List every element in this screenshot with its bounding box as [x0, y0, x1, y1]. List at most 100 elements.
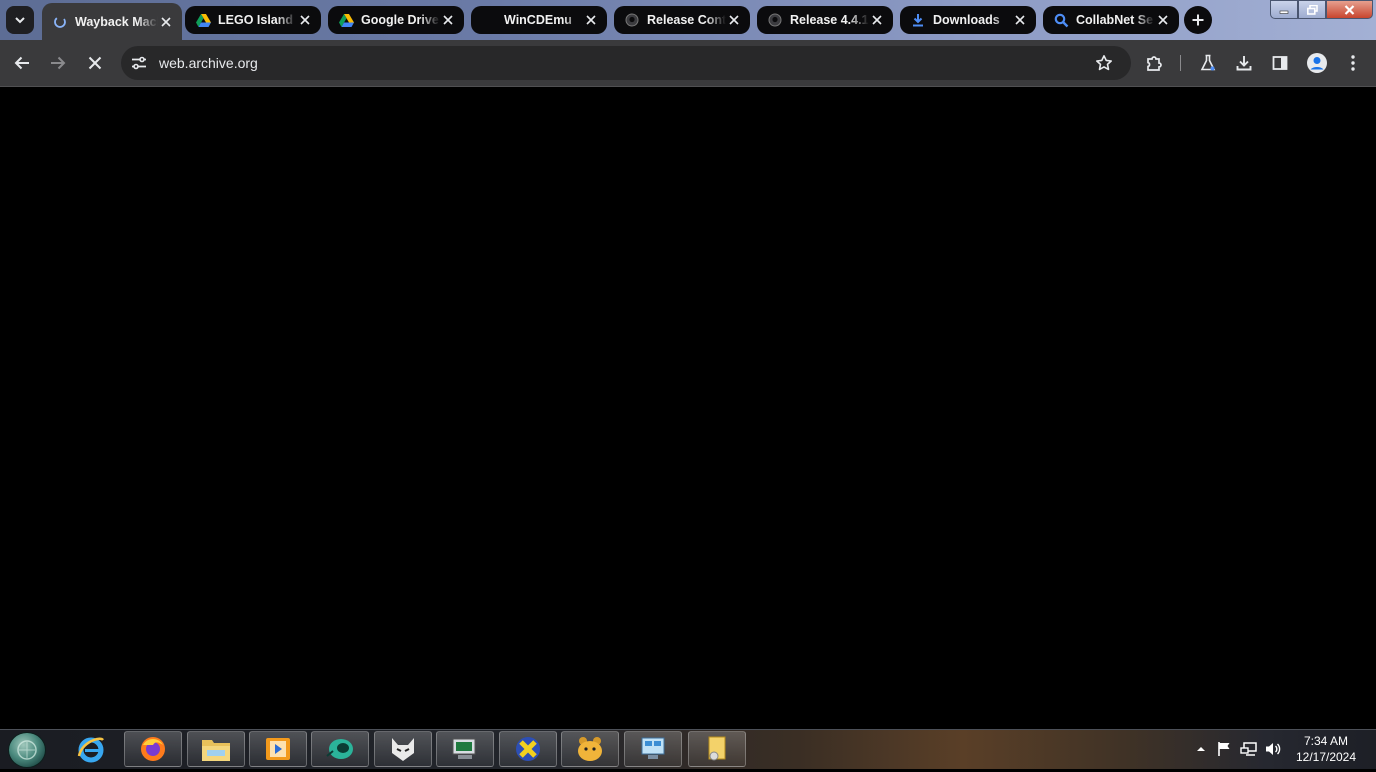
- menu-button[interactable]: [1341, 51, 1365, 75]
- stop-loading-button[interactable]: [83, 51, 107, 75]
- taskbar-firefox[interactable]: [124, 731, 182, 767]
- restore-icon: [1306, 4, 1318, 15]
- browser-toolbar: web.archive.org: [0, 40, 1376, 87]
- taskbar-folder-app[interactable]: [688, 731, 746, 767]
- cat-app-icon: [392, 738, 414, 761]
- close-window-button[interactable]: [1326, 0, 1373, 19]
- tab-google-drive[interactable]: Google Drive: [328, 6, 464, 34]
- taskbar-network-app[interactable]: [624, 731, 682, 767]
- blank-icon: [481, 12, 497, 28]
- url-text[interactable]: web.archive.org: [159, 55, 258, 71]
- close-icon[interactable]: [1155, 12, 1171, 28]
- tab-collabnet[interactable]: CollabNet Se: [1043, 6, 1179, 34]
- close-icon[interactable]: [297, 12, 313, 28]
- plus-icon: [1192, 14, 1204, 26]
- download-icon: [1236, 56, 1252, 71]
- chevron-down-icon: [15, 17, 25, 24]
- forward-button[interactable]: [46, 51, 70, 75]
- github-icon: [624, 12, 640, 28]
- taskbar-clock[interactable]: 7:34 AM 12/17/2024: [1288, 733, 1364, 765]
- tab-lego-island[interactable]: LEGO Island (1997): [185, 6, 321, 34]
- bookmark-star-icon[interactable]: [1095, 54, 1113, 72]
- speaker-icon: [1266, 743, 1281, 755]
- download-icon: [910, 12, 926, 28]
- tab-wincdemu[interactable]: WinCDEmu: [471, 6, 607, 34]
- labs-button[interactable]: [1196, 51, 1220, 75]
- taskbar-teal-app[interactable]: [311, 731, 369, 767]
- taskbar-x-app[interactable]: [499, 731, 557, 767]
- close-icon: [88, 56, 102, 70]
- flag-icon: [1218, 742, 1230, 756]
- extensions-button[interactable]: [1142, 51, 1166, 75]
- taskbar-bear-app[interactable]: [561, 731, 619, 767]
- windows-orb-icon: [17, 740, 37, 760]
- show-hidden-icons-button[interactable]: [1192, 740, 1210, 758]
- close-icon[interactable]: [869, 12, 885, 28]
- volume-tray[interactable]: [1264, 740, 1282, 758]
- minimize-icon: [1279, 10, 1289, 14]
- folder-app-icon: [708, 736, 726, 761]
- taskbar-terminal-app[interactable]: [436, 731, 494, 767]
- tab-title: CollabNet Se: [1076, 13, 1154, 27]
- address-bar[interactable]: web.archive.org: [121, 46, 1131, 80]
- tab-strip: Wayback Machine LEGO Island (1997) Googl…: [0, 0, 1376, 40]
- tab-release-cont[interactable]: Release Cont: [614, 6, 750, 34]
- bear-app-icon: [578, 737, 602, 761]
- puzzle-icon: [1147, 56, 1162, 71]
- restore-button[interactable]: [1298, 0, 1326, 19]
- google-drive-icon: [195, 12, 211, 28]
- terminal-app-icon: [452, 738, 476, 759]
- github-icon: [767, 12, 783, 28]
- back-button[interactable]: [10, 51, 34, 75]
- wayback-icon: [52, 14, 68, 30]
- tab-title: Release Cont: [647, 13, 726, 27]
- tab-search-button[interactable]: [6, 6, 34, 34]
- close-icon[interactable]: [440, 12, 456, 28]
- toolbar-separator: [1180, 55, 1181, 71]
- tab-title: WinCDEmu: [504, 13, 572, 27]
- taskbar-internet-explorer[interactable]: [62, 731, 120, 767]
- media-player-icon: [266, 738, 290, 760]
- taskbar-media-player[interactable]: [249, 731, 307, 767]
- network-app-icon: [641, 737, 665, 759]
- close-icon[interactable]: [583, 12, 599, 28]
- tab-release-441[interactable]: Release 4.4.1: [757, 6, 893, 34]
- tab-title: Google Drive: [361, 13, 439, 27]
- tab-downloads[interactable]: Downloads: [900, 6, 1036, 34]
- tab-title: Downloads: [933, 13, 1000, 27]
- taskbar-cat-app[interactable]: [374, 731, 432, 767]
- close-icon[interactable]: [1012, 12, 1028, 28]
- network-tray[interactable]: [1240, 740, 1258, 758]
- x-app-icon: [516, 737, 540, 761]
- taskbar-file-explorer[interactable]: [187, 731, 245, 767]
- avatar-icon: [1307, 53, 1327, 73]
- google-drive-icon: [338, 12, 354, 28]
- arrow-right-icon: [51, 56, 66, 70]
- firefox-icon: [141, 737, 165, 761]
- caret-up-icon: [1197, 747, 1205, 751]
- tab-title: Wayback Machine: [75, 14, 158, 29]
- page-content: [0, 87, 1376, 729]
- internet-explorer-icon: [77, 737, 104, 763]
- site-settings-icon[interactable]: [131, 55, 147, 71]
- arrow-left-icon: [14, 56, 29, 70]
- side-panel-button[interactable]: [1268, 51, 1292, 75]
- profile-button[interactable]: [1305, 51, 1329, 75]
- teal-app-icon: [326, 739, 353, 759]
- tab-wayback-machine[interactable]: Wayback Machine: [42, 3, 182, 40]
- action-center-tray[interactable]: [1215, 740, 1233, 758]
- close-icon[interactable]: [158, 14, 174, 30]
- clock-date: 12/17/2024: [1295, 750, 1357, 764]
- close-icon[interactable]: [726, 12, 742, 28]
- new-tab-button[interactable]: [1184, 6, 1212, 34]
- minimize-button[interactable]: [1270, 0, 1298, 19]
- start-button[interactable]: [8, 732, 46, 768]
- window-controls: [1270, 0, 1373, 19]
- file-explorer-icon: [202, 740, 230, 761]
- downloads-button[interactable]: [1232, 51, 1256, 75]
- flask-icon: [1200, 54, 1216, 71]
- tab-title: LEGO Island (1997): [218, 13, 297, 27]
- taskbar: 7:34 AM 12/17/2024: [0, 729, 1376, 769]
- close-icon: [1344, 4, 1355, 15]
- side-panel-icon: [1272, 56, 1288, 70]
